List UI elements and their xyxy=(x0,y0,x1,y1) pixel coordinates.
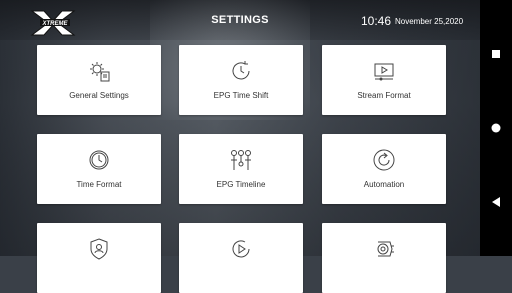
tile-stream-format[interactable]: Stream Format xyxy=(322,45,446,115)
circle-icon xyxy=(491,123,501,133)
tile-label: General Settings xyxy=(69,91,129,100)
back-button[interactable] xyxy=(488,194,504,210)
home-button[interactable] xyxy=(488,120,504,136)
tile-label: EPG Time Shift xyxy=(213,91,269,100)
timeline-icon xyxy=(229,148,253,172)
play-circle-icon xyxy=(229,237,253,261)
header: XTREME SETTINGS 10:46 November 25,2020 xyxy=(0,0,480,44)
tile-external-player[interactable] xyxy=(322,223,446,293)
clock-arrow-icon xyxy=(229,59,253,83)
recents-button[interactable] xyxy=(488,46,504,62)
clock-time: 10:46 xyxy=(361,14,392,28)
shield-user-icon xyxy=(87,237,111,261)
system-nav-bar xyxy=(480,0,512,256)
tile-label: Automation xyxy=(363,180,405,189)
tile-general-settings[interactable]: General Settings xyxy=(37,45,161,115)
back-triangle-icon xyxy=(492,197,500,207)
monitor-play-icon xyxy=(372,59,396,83)
clock-date: November 25,2020 xyxy=(395,17,464,26)
tile-parental-control[interactable] xyxy=(37,223,161,293)
tile-label: Time Format xyxy=(76,180,122,189)
square-icon xyxy=(492,50,500,58)
speaker-icon xyxy=(372,237,396,261)
tile-automation[interactable]: Automation xyxy=(322,134,446,204)
clock-icon xyxy=(87,148,111,172)
tile-epg-timeline[interactable]: EPG Timeline xyxy=(179,134,303,204)
tile-epg-time-shift[interactable]: EPG Time Shift xyxy=(179,45,303,115)
tile-label: Stream Format xyxy=(357,91,411,100)
gear-doc-icon xyxy=(87,59,111,83)
tile-label: EPG Timeline xyxy=(216,180,266,189)
tile-player-settings[interactable] xyxy=(179,223,303,293)
tile-time-format[interactable]: Time Format xyxy=(37,134,161,204)
refresh-icon xyxy=(372,148,396,172)
